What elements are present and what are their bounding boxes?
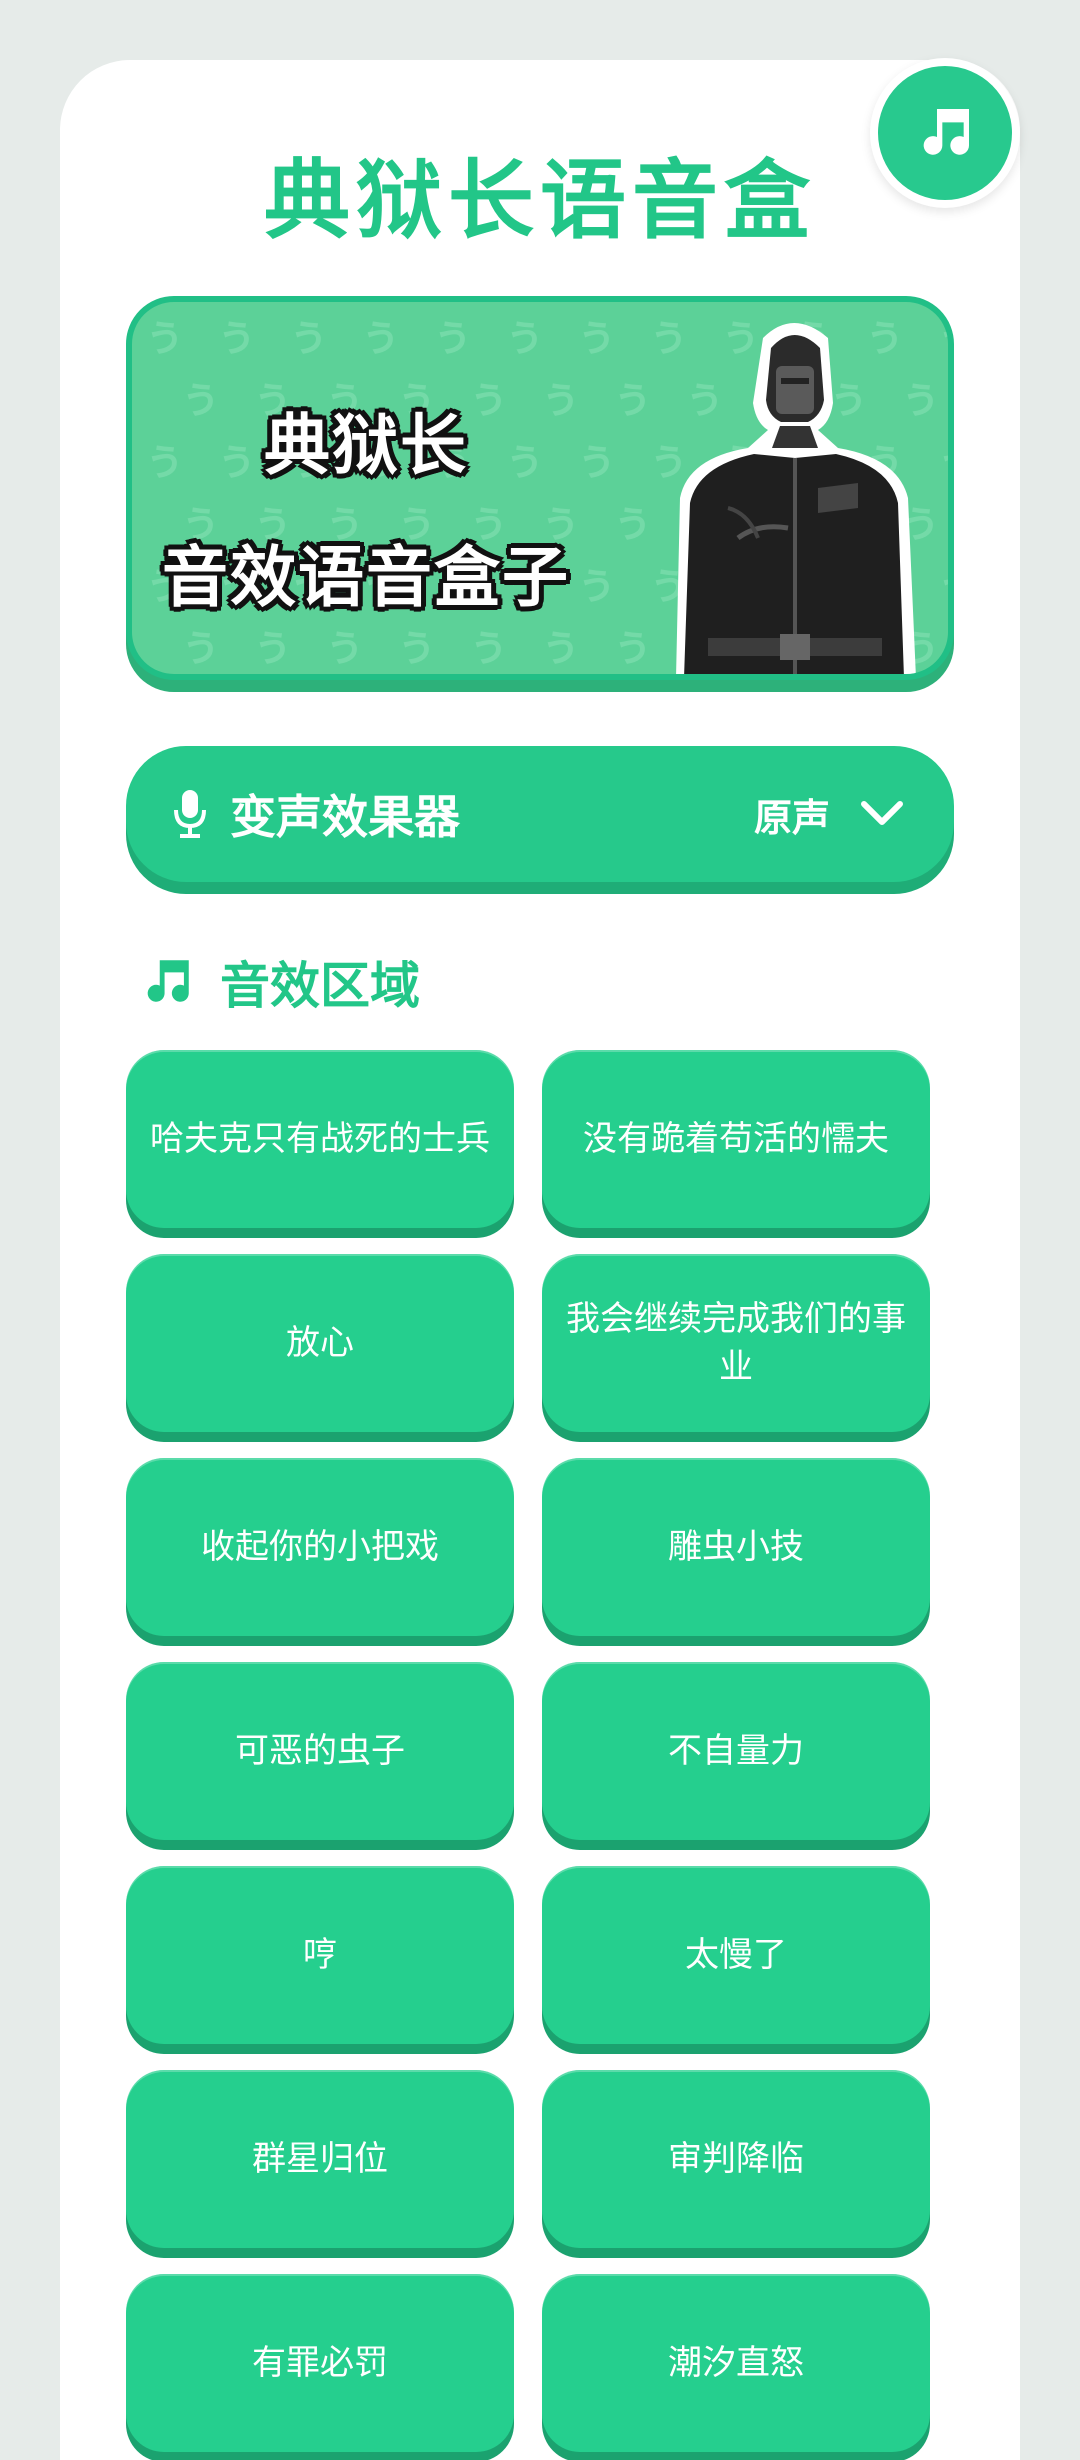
voice-changer-label: 变声效果器 <box>230 790 460 844</box>
sound-button[interactable]: 收起你的小把戏 <box>126 1458 514 1636</box>
banner-pattern-glyph: ぅ <box>466 620 510 671</box>
sound-button[interactable]: 哼 <box>126 1866 514 2044</box>
banner-pattern-glyph: ぅ <box>610 496 654 547</box>
sound-button[interactable]: 雕虫小技 <box>542 1458 930 1636</box>
sound-button[interactable]: 放心 <box>126 1254 514 1432</box>
sound-button-grid: 哈夫克只有战死的士兵 没有跪着苟活的懦夫 放心 我会继续完成我们的事业 收起你的小把戏雕… <box>126 1050 930 2452</box>
music-note-icon <box>147 960 189 1002</box>
banner-pattern-glyph: ぅ <box>250 620 294 671</box>
sound-button[interactable]: 有罪必罚 <box>126 2274 514 2452</box>
banner-pattern-glyph: ぅ <box>214 310 258 361</box>
sound-button[interactable]: 哈夫克只有战死的士兵 <box>126 1050 514 1228</box>
sound-button[interactable]: 不自量力 <box>542 1662 930 1840</box>
app-title: 典狱长语音盒 <box>264 151 816 251</box>
chevron-down-icon <box>861 801 903 825</box>
microphone-icon <box>174 790 206 838</box>
sound-button[interactable]: 群星归位 <box>126 2070 514 2248</box>
banner-pattern-glyph: ぅ <box>538 620 582 671</box>
banner-subtitle: 音效语音盒子 <box>162 539 570 616</box>
banner-pattern-glyph: ぅ <box>538 372 582 423</box>
banner-pattern-glyph: ぅ <box>322 620 366 671</box>
banner-pattern-glyph: ぅ <box>394 620 438 671</box>
hero-banner: ぅぅぅぅぅぅぅぅぅぅぅぅぅぅぅぅぅぅぅぅぅぅぅぅぅぅぅぅぅぅぅぅぅぅぅぅぅぅぅぅ… <box>126 296 954 680</box>
banner-pattern-glyph: ぅ <box>142 434 186 485</box>
banner-title: 典狱长 <box>264 407 468 484</box>
sound-button[interactable]: 可恶的虫子 <box>126 1662 514 1840</box>
banner-pattern-glyph: ぅ <box>934 434 954 485</box>
banner-pattern-glyph: ぅ <box>286 310 330 361</box>
sound-button[interactable]: 潮汐直怒 <box>542 2274 930 2452</box>
sound-button[interactable]: 太慢了 <box>542 1866 930 2044</box>
banner-pattern-glyph: ぅ <box>574 558 618 609</box>
banner-pattern-glyph: ぅ <box>178 372 222 423</box>
banner-pattern-glyph: ぅ <box>574 434 618 485</box>
warden-figure-image <box>676 323 916 674</box>
banner-pattern-glyph: ぅ <box>502 310 546 361</box>
voice-changer-value: 原声 <box>753 795 830 840</box>
sounds-section-header: 音效区域 <box>138 946 420 1018</box>
banner-pattern-glyph: ぅ <box>610 372 654 423</box>
sound-button[interactable]: 审判降临 <box>542 2070 930 2248</box>
sounds-section-title: 音效区域 <box>220 957 420 1015</box>
banner-pattern-glyph: ぅ <box>934 558 954 609</box>
banner-pattern-glyph: ぅ <box>178 620 222 671</box>
banner-pattern-glyph: ぅ <box>214 434 258 485</box>
banner-pattern-glyph: ぅ <box>502 434 546 485</box>
banner-pattern-glyph: ぅ <box>466 372 510 423</box>
banner-pattern-glyph: ぅ <box>610 620 654 671</box>
banner-pattern-glyph: ぅ <box>574 310 618 361</box>
banner-pattern-glyph: ぅ <box>430 310 474 361</box>
banner-pattern-glyph: ぅ <box>142 310 186 361</box>
sound-button[interactable]: 没有跪着苟活的懦夫 <box>542 1050 930 1228</box>
sound-button[interactable]: 我会继续完成我们的事业 <box>542 1254 930 1432</box>
voice-changer-selector[interactable]: 变声效果器 原声 <box>126 746 954 882</box>
banner-pattern-glyph: ぅ <box>358 310 402 361</box>
